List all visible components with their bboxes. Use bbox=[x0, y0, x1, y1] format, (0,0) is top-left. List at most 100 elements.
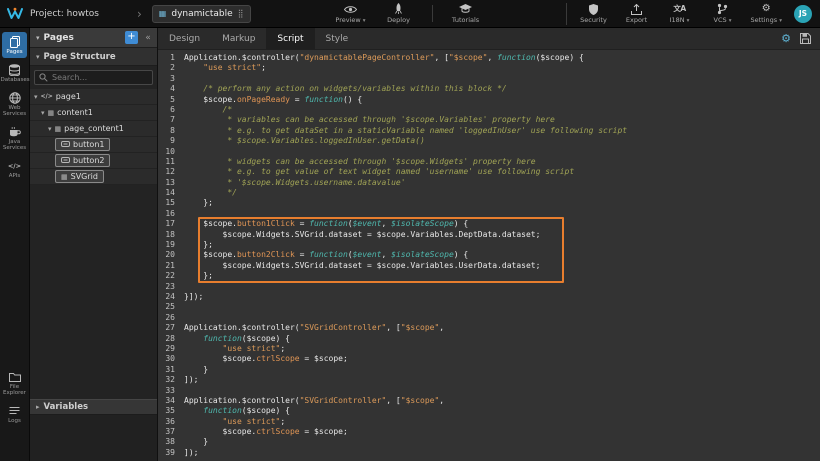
code-line[interactable]: 4 /* perform any action on widgets/varia… bbox=[164, 84, 820, 94]
code-line[interactable]: 28 function($scope) { bbox=[164, 334, 820, 344]
code-line[interactable]: 19 }; bbox=[164, 240, 820, 250]
code-line[interactable]: 38 } bbox=[164, 437, 820, 447]
topbar-action-tutorials[interactable]: Tutorials bbox=[451, 3, 481, 24]
code-line[interactable]: 1Application.$controller("dynamictablePa… bbox=[164, 53, 820, 63]
page-selector-dropdown[interactable]: ▦ dynamictable ⣿ bbox=[152, 5, 251, 23]
topbar-action-settings[interactable]: ⚙Settings ▾ bbox=[751, 3, 783, 24]
rail-item-pages[interactable]: Pages bbox=[2, 32, 27, 58]
topbar-action-vcs[interactable]: VCS ▾ bbox=[708, 3, 738, 24]
topbar-center-actions: Preview ▾ Deploy Tutorials bbox=[251, 3, 566, 24]
topbar-action-i18n[interactable]: 文AI18N ▾ bbox=[665, 3, 695, 24]
code-line[interactable]: 18 $scope.Widgets.SVGrid.dataset = $scop… bbox=[164, 230, 820, 240]
code-line[interactable]: 16 bbox=[164, 209, 820, 219]
code-line[interactable]: 27Application.$controller("SVGridControl… bbox=[164, 323, 820, 333]
code-area[interactable]: 1Application.$controller("dynamictablePa… bbox=[158, 50, 820, 461]
code-line[interactable]: 10 bbox=[164, 147, 820, 157]
code-text: }; bbox=[184, 240, 213, 250]
widget-chip[interactable]: button2 bbox=[55, 154, 110, 167]
topbar-action-security[interactable]: Security bbox=[579, 3, 609, 24]
line-number: 16 bbox=[164, 209, 184, 219]
code-line[interactable]: 8 * e.g. to get dataSet in a staticVaria… bbox=[164, 126, 820, 136]
code-line[interactable]: 26 bbox=[164, 313, 820, 323]
line-number: 21 bbox=[164, 261, 184, 271]
code-line[interactable]: 39]); bbox=[164, 448, 820, 458]
rail-top-items: PagesDatabasesWeb ServicesJava Services<… bbox=[0, 28, 29, 182]
code-line[interactable]: 20 $scope.button2Click = function($event… bbox=[164, 250, 820, 260]
rail-item-file-explorer[interactable]: File Explorer bbox=[2, 367, 27, 399]
caret-down-icon: ▾ bbox=[36, 34, 40, 42]
tree-node-button1[interactable]: button1 bbox=[30, 137, 157, 153]
collapse-panel-button[interactable]: « bbox=[142, 33, 154, 43]
code-line[interactable]: 7 * variables can be accessed through '$… bbox=[164, 115, 820, 125]
add-page-button[interactable]: + bbox=[125, 31, 138, 44]
tab-script[interactable]: Script bbox=[266, 28, 314, 49]
tab-design[interactable]: Design bbox=[158, 28, 211, 49]
tree-node-svgrid[interactable]: ▦SVGrid bbox=[30, 169, 157, 185]
line-number: 34 bbox=[164, 396, 184, 406]
code-line[interactable]: 13 * '$scope.Widgets.username.datavalue' bbox=[164, 178, 820, 188]
code-line[interactable]: 24}]); bbox=[164, 292, 820, 302]
rail-item-java-services[interactable]: Java Services bbox=[2, 122, 27, 154]
variables-section-header[interactable]: ▸ Variables bbox=[30, 399, 157, 415]
code-text: * e.g. to get dataSet in a staticVariabl… bbox=[184, 126, 627, 136]
code-line[interactable]: 33 bbox=[164, 386, 820, 396]
tree-node-button2[interactable]: button2 bbox=[30, 153, 157, 169]
caret-down-icon[interactable]: ▾ bbox=[41, 109, 45, 117]
code-line[interactable]: 15 }; bbox=[164, 198, 820, 208]
code-line[interactable]: 32]); bbox=[164, 375, 820, 385]
code-line[interactable]: 14 */ bbox=[164, 188, 820, 198]
topbar-action-deploy[interactable]: Deploy bbox=[384, 3, 414, 24]
tab-style[interactable]: Style bbox=[315, 28, 360, 49]
user-avatar[interactable]: JS bbox=[794, 5, 812, 23]
code-line[interactable]: 29 "use strict"; bbox=[164, 344, 820, 354]
code-line[interactable]: 31 } bbox=[164, 365, 820, 375]
code-line[interactable]: 22 }; bbox=[164, 271, 820, 281]
code-line[interactable]: 35 function($scope) { bbox=[164, 406, 820, 416]
wavemaker-logo[interactable] bbox=[0, 7, 30, 20]
rail-item-databases[interactable]: Databases bbox=[2, 60, 27, 86]
code-line[interactable]: 11 * widgets can be accessed through '$s… bbox=[164, 157, 820, 167]
search-input[interactable] bbox=[52, 73, 148, 82]
topbar-action-preview[interactable]: Preview ▾ bbox=[335, 3, 365, 24]
code-line[interactable]: 9 * $scope.Variables.loggedInUser.getDat… bbox=[164, 136, 820, 146]
code-text: Application.$controller("dynamictablePag… bbox=[184, 53, 584, 63]
rail-item-web-services[interactable]: Web Services bbox=[2, 88, 27, 120]
tree-node-content1[interactable]: ▾▦content1 bbox=[30, 105, 157, 121]
code-text: * widgets can be accessed through '$scop… bbox=[184, 157, 536, 167]
line-number: 5 bbox=[164, 95, 184, 105]
code-line[interactable]: 5 $scope.onPageReady = function() { bbox=[164, 95, 820, 105]
code-line[interactable]: 2 "use strict"; bbox=[164, 63, 820, 73]
caret-down-icon: ▾ bbox=[729, 18, 732, 24]
code-line[interactable]: 30 $scope.ctrlScope = $scope; bbox=[164, 354, 820, 364]
code-line[interactable]: 23 bbox=[164, 282, 820, 292]
tree-node-page-content1[interactable]: ▾▦page_content1 bbox=[30, 121, 157, 137]
page-structure-header[interactable]: ▾ Page Structure bbox=[30, 48, 157, 66]
button-icon bbox=[61, 157, 70, 165]
rail-item-apis[interactable]: </>APIs bbox=[2, 156, 27, 182]
caret-down-icon[interactable]: ▾ bbox=[34, 93, 38, 101]
editor-area: DesignMarkupScriptStyle ⚙ 1Application.$… bbox=[158, 28, 820, 461]
code-line[interactable]: 34Application.$controller("SVGridControl… bbox=[164, 396, 820, 406]
code-line[interactable]: 12 * e.g. to get value of text widget na… bbox=[164, 167, 820, 177]
code-line[interactable]: 37 $scope.ctrlScope = $scope; bbox=[164, 427, 820, 437]
code-line[interactable]: 36 "use strict"; bbox=[164, 417, 820, 427]
code-text: } bbox=[184, 365, 208, 375]
widget-chip[interactable]: button1 bbox=[55, 138, 110, 151]
widget-chip[interactable]: ▦SVGrid bbox=[55, 170, 104, 183]
tree-node-page1[interactable]: ▾</>page1 bbox=[30, 89, 157, 105]
line-number: 2 bbox=[164, 63, 184, 73]
topbar-action-export[interactable]: Export bbox=[622, 3, 652, 24]
code-line[interactable]: 3 bbox=[164, 74, 820, 84]
code-line[interactable]: 6 /* bbox=[164, 105, 820, 115]
line-number: 28 bbox=[164, 334, 184, 344]
caret-down-icon[interactable]: ▾ bbox=[48, 125, 52, 133]
save-icon[interactable] bbox=[800, 33, 811, 44]
rail-item-logs[interactable]: Logs bbox=[2, 401, 27, 427]
code-line[interactable]: 17 $scope.button1Click = function($event… bbox=[164, 219, 820, 229]
script-settings-gear-icon[interactable]: ⚙ bbox=[781, 33, 791, 44]
tab-markup[interactable]: Markup bbox=[211, 28, 266, 49]
code-line[interactable]: 25 bbox=[164, 302, 820, 312]
code-line[interactable]: 21 $scope.Widgets.SVGrid.dataset = $scop… bbox=[164, 261, 820, 271]
line-number: 33 bbox=[164, 386, 184, 396]
search-box bbox=[34, 70, 153, 85]
